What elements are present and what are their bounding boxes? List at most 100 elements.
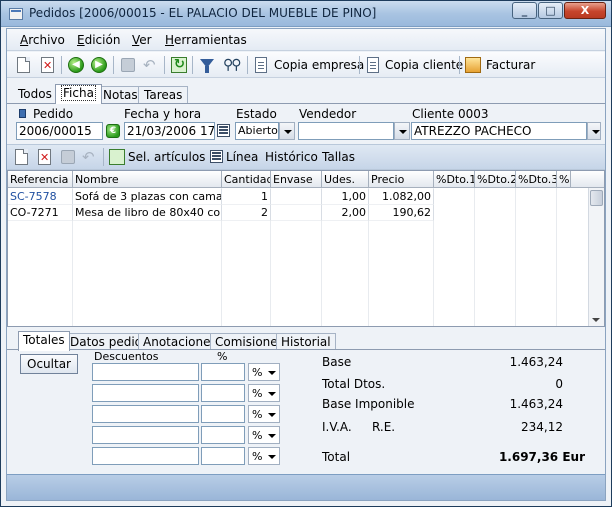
cell-envase — [271, 189, 322, 205]
undo-button[interactable]: ↶ — [142, 56, 160, 74]
find-button[interactable]: ⚲⚲ — [223, 56, 241, 74]
save-line-button[interactable] — [59, 148, 77, 166]
toolbar-separator — [359, 56, 360, 74]
delete-line-button[interactable] — [36, 148, 54, 166]
linea-button[interactable]: Línea — [226, 150, 258, 164]
status-bar — [7, 474, 605, 500]
descuentos-label: Descuentos — [94, 350, 159, 363]
descuento-field[interactable] — [92, 363, 199, 381]
copia-empresa-button[interactable]: Copia empresa — [274, 58, 364, 72]
menu-ver[interactable]: Ver — [132, 33, 152, 47]
new-line-button[interactable] — [13, 148, 31, 166]
tallas-button[interactable]: Tallas — [322, 150, 355, 164]
cliente-dropdown[interactable] — [587, 122, 601, 140]
tab-ficha[interactable]: Ficha — [55, 84, 102, 104]
descuento-field[interactable] — [92, 447, 199, 465]
descuento-pct-field[interactable] — [201, 447, 245, 465]
maximize-button[interactable]: □ — [538, 2, 563, 19]
sel-articulos-button[interactable]: Sel. artículos — [128, 150, 205, 164]
fecha-field[interactable]: 21/03/2006 17:10 — [124, 122, 215, 140]
minimize-button[interactable]: _ — [512, 2, 537, 19]
descuento-field[interactable] — [92, 426, 199, 444]
descuento-type-dropdown[interactable]: % — [248, 405, 280, 423]
save-button[interactable] — [119, 56, 137, 74]
copia-empresa-icon-button[interactable] — [252, 56, 270, 74]
table-row[interactable]: CO-7271 Mesa de libro de 80x40 con pa 2 … — [8, 205, 571, 221]
col-udes[interactable]: Udes. — [322, 171, 369, 188]
euro-icon[interactable]: € — [106, 124, 120, 138]
sel-articulos-icon-button[interactable] — [108, 148, 126, 166]
title-bar[interactable]: Pedidos [2006/00015 - EL PALACIO DEL MUE… — [1, 1, 611, 27]
linea-icon-button[interactable] — [208, 149, 226, 167]
descuento-pct-field[interactable] — [201, 384, 245, 402]
scroll-thumb[interactable] — [590, 190, 603, 206]
menu-archivo[interactable]: Archivo — [20, 33, 65, 47]
main-tabs: Todos Ficha Notas Tareas — [7, 84, 605, 104]
refresh-button[interactable]: ↻ — [170, 56, 188, 74]
order-header: Pedido 2006/00015 € Fecha y hora 21/03/2… — [7, 104, 605, 142]
filter-button[interactable] — [198, 56, 216, 74]
toolbar-separator — [459, 56, 460, 74]
forward-button[interactable]: ▶ — [90, 56, 108, 74]
tab-notas[interactable]: Notas — [97, 86, 144, 103]
cell-precio: 1.082,00 — [369, 189, 434, 205]
tab-tareas[interactable]: Tareas — [138, 86, 189, 103]
cell-nombre: Mesa de libro de 80x40 con pa — [73, 205, 222, 221]
scroll-down-icon[interactable] — [592, 318, 600, 322]
descuento-field[interactable] — [92, 384, 199, 402]
ocultar-button[interactable]: Ocultar — [20, 354, 78, 374]
descuento-type-dropdown[interactable]: % — [248, 363, 280, 381]
menu-herramientas[interactable]: Herramientas — [165, 33, 247, 47]
historico-button[interactable]: Histórico — [265, 150, 318, 164]
estado-dropdown[interactable] — [279, 122, 295, 140]
col-extra[interactable]: % — [557, 171, 571, 188]
cell-udes: 1,00 — [322, 189, 369, 205]
menu-edicion[interactable]: Edición — [77, 33, 120, 47]
tab-historial[interactable]: Historial — [276, 333, 336, 350]
vendedor-field[interactable] — [298, 122, 394, 140]
descuento-type-dropdown[interactable]: % — [248, 447, 280, 465]
col-dto1[interactable]: %Dto.1 — [434, 171, 475, 188]
descuento-field[interactable] — [92, 405, 199, 423]
table-row[interactable]: SC-7578 Sofá de 3 plazas con cama y c 1 … — [8, 189, 571, 205]
order-lines-grid: Referencia Nombre Cantidad Envase Udes. … — [7, 170, 605, 327]
facturar-icon-button[interactable] — [464, 56, 482, 74]
col-precio[interactable]: Precio — [369, 171, 434, 188]
cell-referencia: CO-7271 — [8, 205, 73, 221]
new-line-icon — [15, 149, 28, 165]
descuento-pct-field[interactable] — [201, 363, 245, 381]
descuento-pct-field[interactable] — [201, 405, 245, 423]
grid-vertical-scrollbar[interactable] — [588, 188, 604, 326]
tab-ficha-label: Ficha — [61, 85, 96, 101]
estado-field[interactable]: Abierto — [235, 122, 279, 140]
col-envase[interactable]: Envase — [271, 171, 322, 188]
descuento-type-dropdown[interactable]: % — [248, 426, 280, 444]
base-value: 1.463,24 — [509, 355, 563, 369]
tab-totales[interactable]: Totales — [18, 331, 70, 351]
tab-todos[interactable]: Todos — [13, 86, 57, 103]
pedidos-window: Pedidos [2006/00015 - EL PALACIO DEL MUE… — [0, 0, 612, 507]
calendar-icon[interactable] — [217, 124, 230, 137]
facturar-button[interactable]: Facturar — [486, 58, 535, 72]
delete-button[interactable] — [39, 56, 57, 74]
new-document-button[interactable] — [15, 56, 33, 74]
vendedor-dropdown[interactable] — [394, 122, 410, 140]
cliente-field[interactable]: ATREZZO PACHECO — [411, 122, 587, 140]
descuento-pct-field[interactable] — [201, 426, 245, 444]
copia-cliente-icon-button[interactable] — [364, 56, 382, 74]
window-content: Archivo Edición Ver Herramientas ◀ ▶ ↶ ↻… — [6, 28, 606, 501]
col-dto3[interactable]: %Dto.3 — [516, 171, 557, 188]
undo-line-button[interactable]: ↶ — [81, 148, 99, 166]
pedido-field[interactable]: 2006/00015 — [16, 122, 103, 140]
copia-cliente-button[interactable]: Copia cliente — [385, 58, 463, 72]
col-dto2[interactable]: %Dto.2 — [475, 171, 516, 188]
close-button[interactable]: X — [564, 2, 606, 19]
col-referencia[interactable]: Referencia — [8, 171, 73, 188]
col-nombre[interactable]: Nombre — [73, 171, 222, 188]
grid-header: Referencia Nombre Cantidad Envase Udes. … — [8, 171, 604, 188]
re-label: R.E. — [372, 420, 396, 434]
col-cantidad[interactable]: Cantidad — [222, 171, 271, 188]
descuento-type-dropdown[interactable]: % — [248, 384, 280, 402]
back-button[interactable]: ◀ — [67, 56, 85, 74]
cell-referencia: SC-7578 — [8, 189, 73, 205]
